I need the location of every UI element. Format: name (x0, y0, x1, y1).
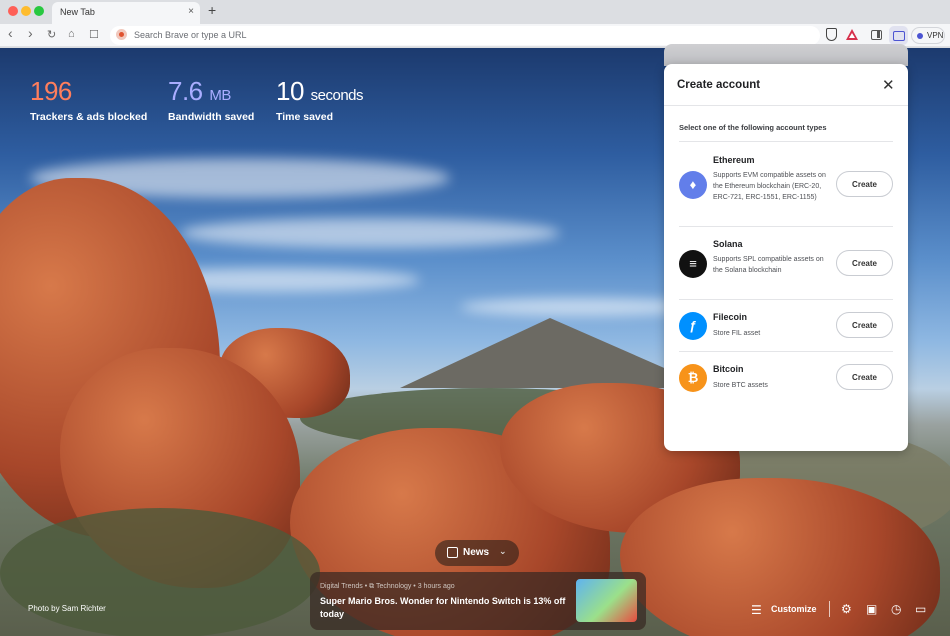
account-type-bitcoin: ₿ Bitcoin Store BTC assets Create (679, 351, 893, 403)
shrub-shape (0, 508, 320, 636)
wallet-icon[interactable] (889, 26, 908, 45)
bandwidth-value: 7.6 (168, 76, 203, 106)
new-tab-button[interactable]: + (208, 2, 216, 18)
window-close-button[interactable] (8, 6, 18, 16)
solana-logo-icon: ≡ (679, 250, 707, 278)
news-toggle-button[interactable]: News ⌄ (435, 540, 519, 566)
tab-new-tab[interactable]: New Tab × (52, 2, 200, 24)
reload-icon[interactable]: ↻ (47, 28, 56, 41)
time-label: Time saved (276, 111, 334, 123)
talk-icon[interactable]: ▭ (915, 602, 926, 616)
bookmark-icon[interactable]: ☐ (89, 28, 99, 41)
address-bar-placeholder: Search Brave or type a URL (134, 30, 247, 40)
home-icon[interactable]: ⌂ (68, 28, 75, 40)
account-type-ethereum: ♦ Ethereum Supports EVM compatible asset… (679, 141, 893, 226)
ethereum-logo-icon: ♦ (679, 171, 707, 199)
account-type-name: Bitcoin (713, 364, 744, 374)
bandwidth-label: Bandwidth saved (168, 111, 255, 123)
account-type-filecoin: ƒ Filecoin Store FIL asset Create (679, 299, 893, 351)
stat-trackers-blocked: 196 Trackers & ads blocked (30, 76, 147, 123)
account-type-description: Supports SPL compatible assets on the So… (713, 256, 824, 274)
account-type-name: Filecoin (713, 312, 748, 322)
close-icon[interactable]: ✕ (882, 76, 895, 94)
panel-subtitle: Select one of the following account type… (679, 123, 827, 132)
bookmarks-icon[interactable]: ▣ (866, 602, 877, 616)
window-minimize-button[interactable] (21, 6, 31, 16)
create-filecoin-button[interactable]: Create (836, 312, 893, 338)
sidebar-toggle-icon[interactable] (871, 30, 882, 40)
tab-strip: New Tab × + (0, 0, 950, 24)
tab-title: New Tab (60, 7, 95, 17)
account-type-name: Ethereum (713, 155, 755, 165)
trackers-label: Trackers & ads blocked (30, 111, 148, 123)
news-meta: Digital Trends • ⧉ Technology • 3 hours … (320, 583, 455, 590)
account-type-solana: ≡ Solana Supports SPL compatible assets … (679, 226, 893, 299)
panel-title: Create account (677, 79, 761, 91)
brave-rewards-icon[interactable] (846, 29, 858, 40)
news-icon (447, 547, 458, 558)
time-unit: seconds (310, 87, 364, 104)
tab-close-icon[interactable]: × (188, 6, 194, 17)
vpn-button[interactable]: VPN (911, 27, 945, 44)
photo-credit[interactable]: Photo by Sam Richter (28, 604, 106, 613)
back-icon[interactable]: ‹ (8, 25, 13, 41)
trackers-count: 196 (30, 76, 72, 106)
news-label: News (463, 547, 490, 558)
stat-time-saved: 10 seconds Time saved (276, 76, 364, 123)
panel-header: Create account ✕ (664, 64, 908, 106)
wallet-panel-backdrop (664, 44, 908, 66)
address-bar[interactable]: Search Brave or type a URL (110, 26, 820, 45)
news-thumbnail[interactable] (576, 579, 637, 622)
account-type-description: Store FIL asset (713, 330, 761, 337)
sliders-icon[interactable]: ☰ (751, 603, 762, 617)
divider (829, 601, 830, 617)
customize-button[interactable]: Customize (771, 604, 817, 614)
stat-bandwidth-saved: 7.6 MB Bandwidth saved (168, 76, 254, 123)
cloud-shape (180, 218, 560, 248)
chevron-down-icon: ⌄ (499, 546, 507, 556)
account-type-description: Store BTC assets (713, 382, 768, 389)
history-icon[interactable]: ◷ (891, 602, 901, 616)
bandwidth-unit: MB (209, 87, 231, 104)
settings-icon[interactable]: ⚙ (841, 602, 852, 616)
account-type-name: Solana (713, 239, 743, 249)
account-type-description: Supports EVM compatible assets on the Et… (713, 172, 826, 201)
time-value: 10 (276, 76, 304, 106)
create-account-panel: Create account ✕ Select one of the follo… (664, 64, 908, 451)
news-card[interactable]: Digital Trends • ⧉ Technology • 3 hours … (310, 572, 646, 630)
bitcoin-logo-icon: ₿ (679, 364, 707, 392)
news-headline[interactable]: Super Mario Bros. Wonder for Nintendo Sw… (320, 595, 568, 621)
brave-shields-icon[interactable] (826, 28, 837, 41)
create-ethereum-button[interactable]: Create (836, 171, 893, 197)
create-solana-button[interactable]: Create (836, 250, 893, 276)
window-zoom-button[interactable] (34, 6, 44, 16)
forward-icon[interactable]: › (28, 25, 33, 41)
search-engine-icon (116, 29, 127, 40)
create-bitcoin-button[interactable]: Create (836, 364, 893, 390)
filecoin-logo-icon: ƒ (679, 312, 707, 340)
